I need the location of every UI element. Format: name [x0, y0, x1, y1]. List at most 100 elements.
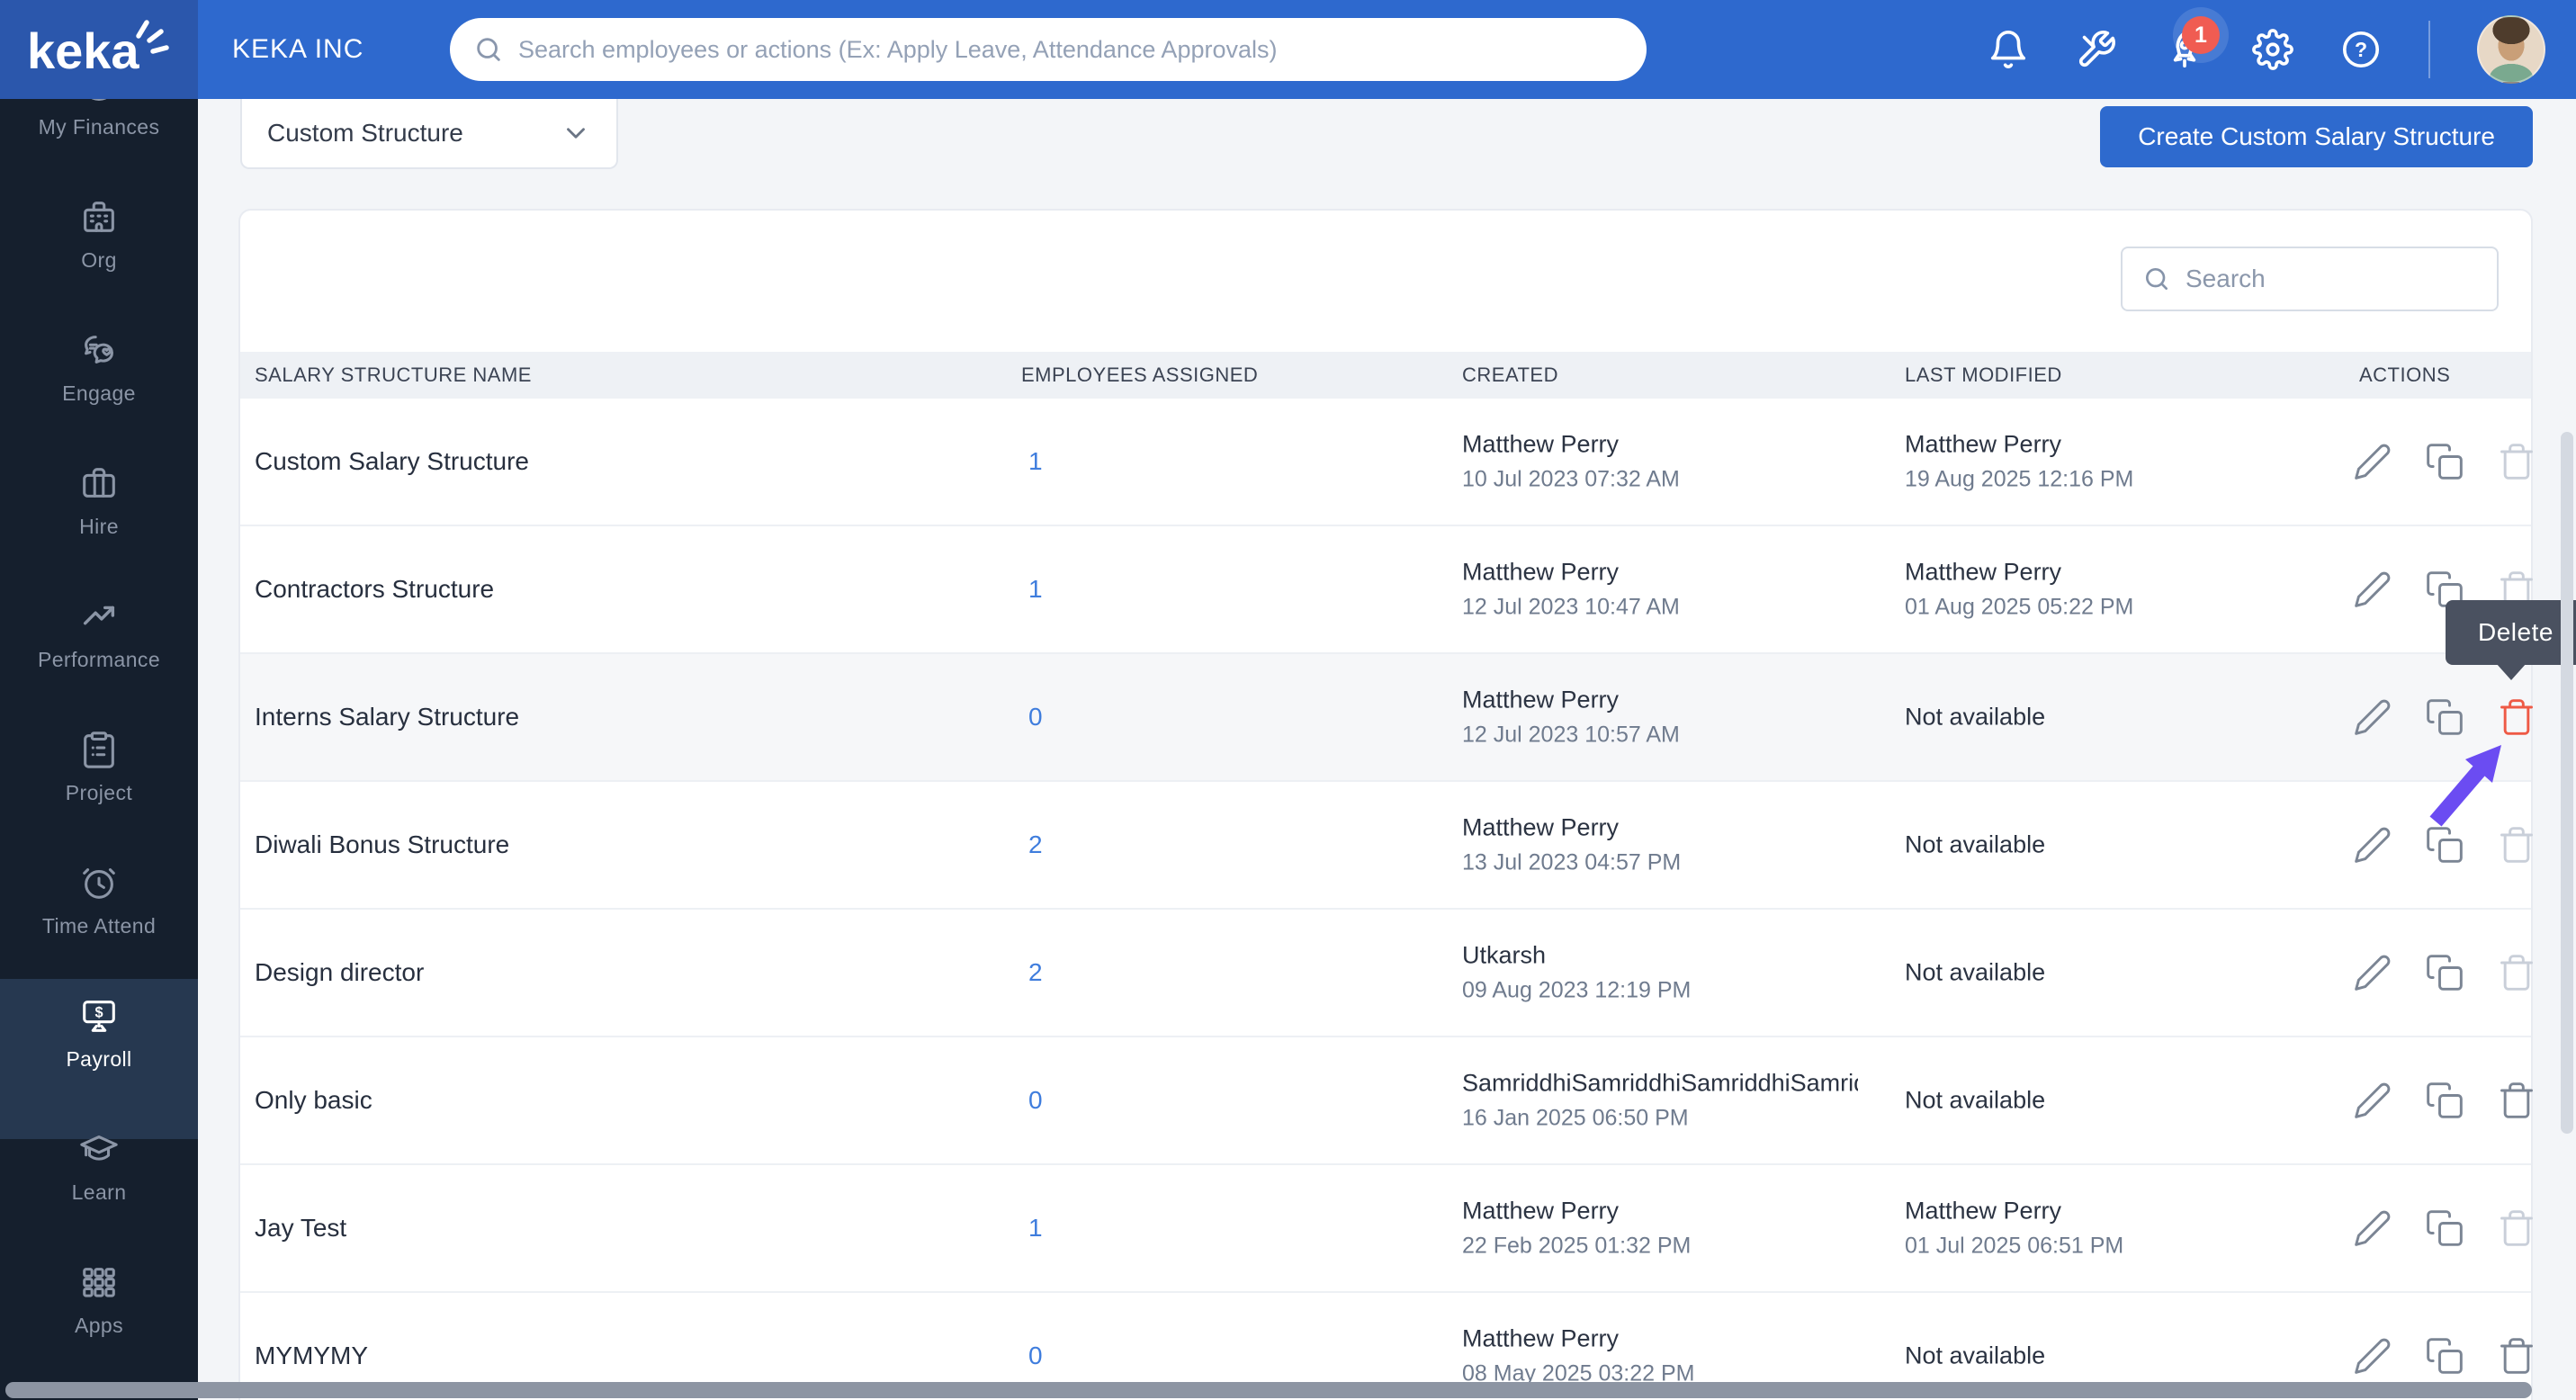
created-cell: SamriddhiSamriddhiSamriddhiSamriddhi 16 … [1462, 1070, 1858, 1132]
col-last-modified: LAST MODIFIED [1905, 363, 2062, 386]
created-by: SamriddhiSamriddhiSamriddhiSamriddhi [1462, 1069, 1858, 1097]
created-at: 16 Jan 2025 06:50 PM [1462, 1105, 1689, 1131]
row-actions [2353, 697, 2536, 737]
row-actions [2353, 442, 2536, 481]
structure-name: Diwali Bonus Structure [255, 830, 510, 858]
trash-icon [2500, 444, 2533, 480]
edit-button[interactable] [2353, 953, 2392, 992]
global-search-input[interactable] [518, 35, 1623, 64]
modified-by: Matthew Perry [1905, 430, 2062, 458]
table-search[interactable] [2121, 247, 2510, 311]
bell-icon [1990, 31, 2026, 68]
delete-button[interactable] [2497, 1081, 2536, 1120]
table-row: Jay Test 1 Matthew Perry 22 Feb 2025 01:… [240, 1165, 2533, 1293]
copy-icon [2427, 1082, 2463, 1118]
delete-button[interactable] [2497, 1336, 2536, 1376]
duplicate-button[interactable] [2425, 1208, 2464, 1248]
sidebar-item-label: Performance [37, 648, 161, 671]
org-building-icon [84, 202, 114, 232]
col-employees-assigned: EMPLOYEES ASSIGNED [1021, 363, 1259, 386]
delete-button [2497, 1208, 2536, 1248]
sidebar-item-learn[interactable]: Learn [0, 1128, 198, 1261]
hire-briefcase-icon [83, 468, 115, 498]
employees-assigned-link[interactable]: 0 [1028, 1086, 1043, 1115]
duplicate-button[interactable] [2425, 1336, 2464, 1376]
engage-chat-icon [85, 336, 113, 363]
col-created: CREATED [1462, 363, 1558, 386]
cursor-pointer [2429, 745, 2501, 827]
sidebar-item-apps[interactable]: Apps [0, 1261, 198, 1395]
table-row: Contractors Structure 1 Matthew Perry 12… [240, 526, 2533, 654]
created-by: Matthew Perry [1462, 430, 1620, 458]
vertical-scrollbar[interactable] [2561, 432, 2573, 1134]
sidebar-item-project[interactable]: Project [0, 729, 198, 862]
trash-icon [2500, 1210, 2533, 1246]
horizontal-scrollbar[interactable] [5, 1382, 2532, 1398]
employees-assigned-link[interactable]: 0 [1028, 703, 1043, 731]
pencil-icon [2355, 1210, 2391, 1246]
table-search-input[interactable] [2186, 265, 2510, 293]
modified-cell: Matthew Perry 19 Aug 2025 12:16 PM [1905, 431, 2133, 493]
structure-name: Design director [255, 958, 425, 986]
sidebar-item-engage[interactable]: Engage [0, 329, 198, 462]
created-cell: Matthew Perry 22 Feb 2025 01:32 PM [1462, 1198, 1691, 1260]
tooltip-caret [2496, 663, 2527, 680]
edit-button[interactable] [2353, 1081, 2392, 1120]
pencil-icon [2355, 444, 2391, 480]
sidebar-item-time-attend[interactable]: Time Attend [0, 862, 198, 995]
create-custom-salary-structure-button[interactable]: Create Custom Salary Structure [2100, 106, 2533, 167]
sidebar-item-label: Engage [62, 381, 136, 405]
edit-button[interactable] [2353, 825, 2392, 865]
created-cell: Matthew Perry 12 Jul 2023 10:57 AM [1462, 687, 1680, 749]
employees-assigned-link[interactable]: 2 [1028, 830, 1043, 859]
row-actions [2353, 1081, 2536, 1120]
edit-button[interactable] [2353, 570, 2392, 609]
structure-name: Interns Salary Structure [255, 703, 520, 731]
modified-cell: Not available [1905, 1087, 2045, 1115]
structure-type-dropdown[interactable]: Custom Structure [240, 99, 618, 169]
company-name: KEKA INC [232, 34, 364, 64]
tools-button[interactable] [2076, 29, 2117, 70]
sidebar-item-hire[interactable]: Hire [0, 462, 198, 596]
sidebar-item-label: Time Attend [41, 914, 157, 938]
modified-cell: Not available [1905, 704, 2045, 731]
sidebar-item-org[interactable]: Org [0, 196, 198, 329]
created-at: 13 Jul 2023 04:57 PM [1462, 849, 1682, 875]
user-avatar[interactable] [2477, 15, 2545, 84]
help-button[interactable]: ? [2340, 29, 2382, 70]
edit-button[interactable] [2353, 1336, 2392, 1376]
duplicate-button[interactable] [2425, 953, 2464, 992]
sidebar-item-performance[interactable]: Performance [0, 596, 198, 729]
settings-button[interactable] [2252, 29, 2293, 70]
employees-assigned-link[interactable]: 0 [1028, 1342, 1043, 1370]
copy-icon [2427, 1210, 2463, 1246]
notification-badge: 1 [2182, 16, 2220, 54]
edit-button[interactable] [2353, 442, 2392, 481]
modified-at: 19 Aug 2025 12:16 PM [1905, 466, 2134, 492]
pencil-icon [2355, 955, 2391, 991]
sidebar-item-label: Apps [74, 1314, 124, 1337]
copy-icon [2427, 699, 2463, 735]
keka-logo[interactable]: keka [0, 0, 198, 99]
duplicate-button[interactable] [2425, 1081, 2464, 1120]
delete-button[interactable] [2497, 697, 2536, 737]
employees-assigned-link[interactable]: 1 [1028, 447, 1043, 476]
table-row: Design director 2 Utkarsh 09 Aug 2023 12… [240, 910, 2533, 1037]
sidebar-item-payroll[interactable]: $ Payroll [0, 979, 198, 1139]
whats-new-button[interactable]: 1 [2164, 16, 2220, 70]
duplicate-button[interactable] [2425, 697, 2464, 737]
employees-assigned-link[interactable]: 1 [1028, 1214, 1043, 1243]
employees-assigned-link[interactable]: 2 [1028, 958, 1043, 987]
notifications-button[interactable] [1988, 29, 2029, 70]
edit-button[interactable] [2353, 697, 2392, 737]
created-by: Matthew Perry [1462, 558, 1620, 586]
delete-tooltip: Delete [2446, 600, 2576, 680]
payroll-monitor-icon: $ [83, 1001, 115, 1032]
created-by: Matthew Perry [1462, 686, 1620, 713]
table-header: SALARY STRUCTURE NAME EMPLOYEES ASSIGNED… [240, 352, 2531, 399]
edit-button[interactable] [2353, 1208, 2392, 1248]
tools-icon [2078, 31, 2115, 67]
duplicate-button[interactable] [2425, 442, 2464, 481]
employees-assigned-link[interactable]: 1 [1028, 575, 1043, 604]
global-search[interactable] [450, 18, 1647, 81]
